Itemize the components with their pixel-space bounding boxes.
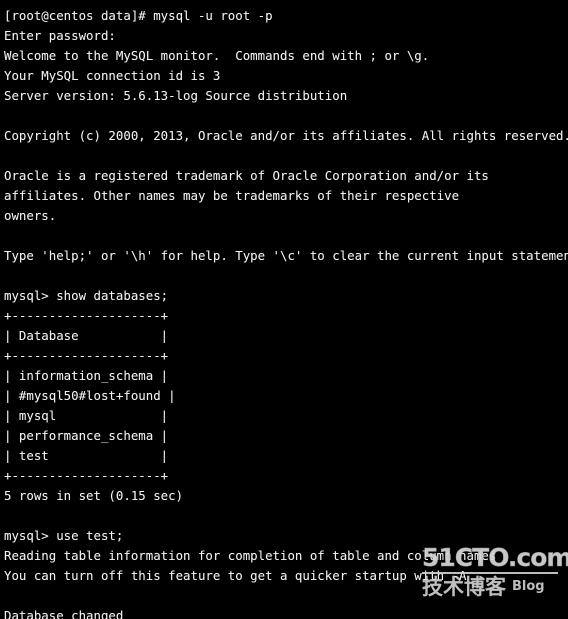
line-db-row-4: | performance_schema | [4, 428, 169, 443]
line-blank-6 [4, 586, 568, 606]
line-db-border-top: +--------------------+ [4, 308, 169, 323]
line-db-row-1: | information_schema | [4, 368, 169, 383]
line-help-hint: Type 'help;' or '\h' for help. Type '\c'… [4, 248, 568, 263]
line-shell-command: [root@centos data]# mysql -u root -p [4, 8, 273, 23]
line-blank-3 [4, 226, 568, 246]
line-server-version: Server version: 5.6.13-log Source distri… [4, 88, 348, 103]
terminal-window[interactable]: mysql: [Warning] Using a password on the… [0, 0, 568, 619]
line-welcome: Welcome to the MySQL monitor. Commands e… [4, 48, 430, 63]
line-trademark-3: owners. [4, 208, 57, 223]
line-blank-4 [4, 266, 568, 286]
line-blank-2 [4, 146, 568, 166]
line-database-changed: Database changed [4, 608, 124, 619]
line-trademark-2: affiliates. Other names may be trademark… [4, 188, 460, 203]
line-connection-id: Your MySQL connection id is 3 [4, 68, 221, 83]
line-reading-table-info: Reading table information for completion… [4, 548, 497, 563]
line-db-border-bottom: +--------------------+ [4, 468, 169, 483]
line-db-border-mid: +--------------------+ [4, 348, 169, 363]
line-trademark-1: Oracle is a registered trademark of Orac… [4, 168, 489, 183]
line-turn-off-feature: You can turn off this feature to get a q… [4, 568, 467, 583]
line-blank-5 [4, 506, 568, 526]
line-db-header: | Database | [4, 328, 169, 343]
line-copyright: Copyright (c) 2000, 2013, Oracle and/or … [4, 128, 568, 143]
line-db-row-5: | test | [4, 448, 169, 463]
line-cmd-use-test: mysql> use test; [4, 528, 124, 543]
line-db-row-3: | mysql | [4, 408, 169, 423]
line-db-row-2: | #mysql50#lost+found | [4, 388, 176, 403]
line-cmd-show-databases: mysql> show databases; [4, 288, 169, 303]
line-blank-1 [4, 106, 568, 126]
line-enter-password: Enter password: [4, 28, 116, 43]
line-db-rowcount: 5 rows in set (0.15 sec) [4, 488, 184, 503]
